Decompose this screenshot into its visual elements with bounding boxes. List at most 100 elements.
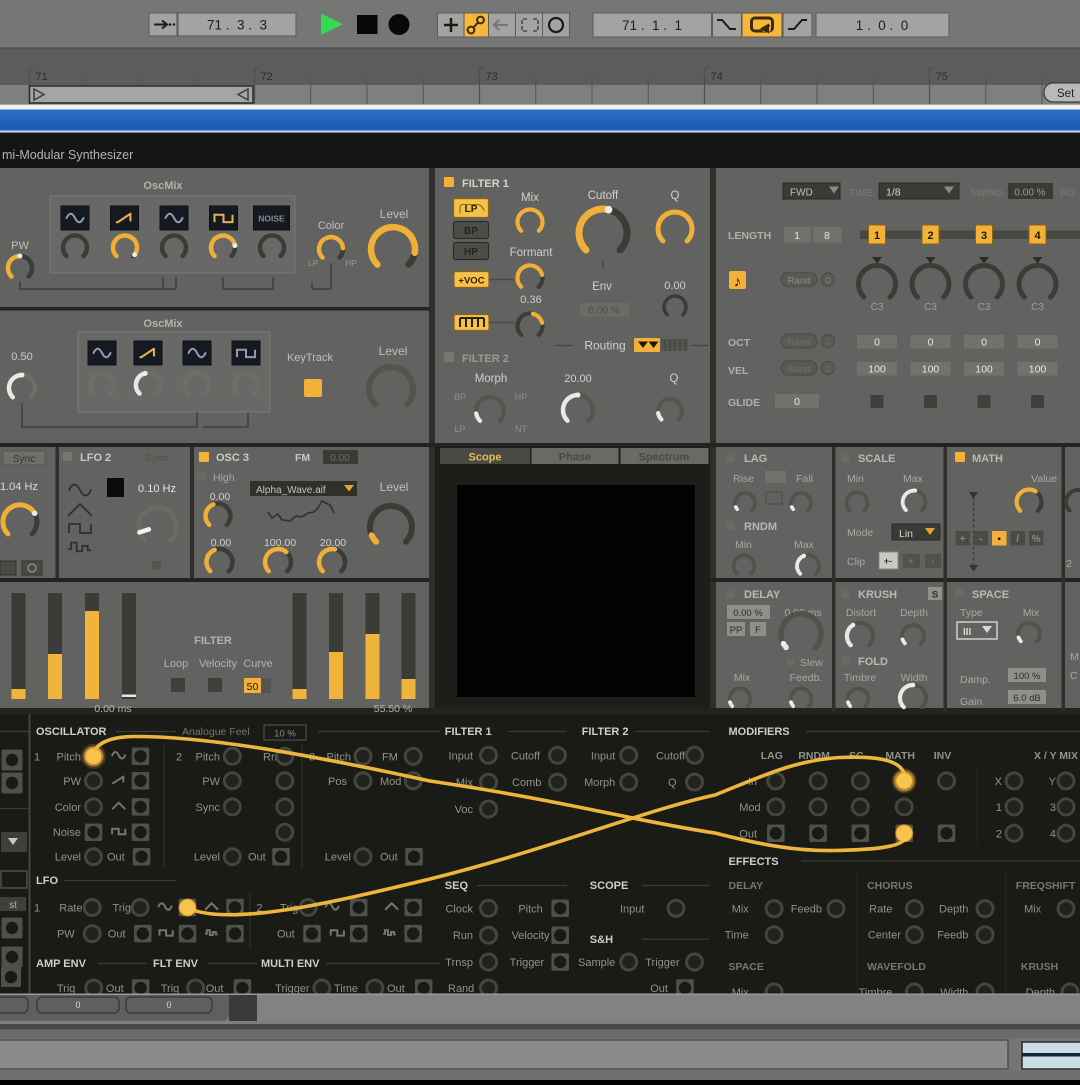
svg-text:0.00: 0.00 xyxy=(330,453,350,464)
svg-text:71 . 1 . 1: 71 . 1 . 1 xyxy=(622,18,682,33)
svg-text:0.00 %: 0.00 % xyxy=(733,608,763,619)
svg-text:FILTER 2: FILTER 2 xyxy=(462,353,509,365)
svg-text:Spectrum: Spectrum xyxy=(639,452,690,464)
svg-text:0.50: 0.50 xyxy=(11,351,32,363)
svg-text:X: X xyxy=(995,776,1003,788)
svg-text:Out: Out xyxy=(248,852,266,864)
svg-text:CHORUS: CHORUS xyxy=(867,880,913,892)
svg-text:S&H: S&H xyxy=(590,934,613,946)
svg-text:Feedb.: Feedb. xyxy=(790,672,823,684)
svg-text:0.10 Hz: 0.10 Hz xyxy=(138,483,176,495)
svg-text:+: + xyxy=(960,534,966,545)
svg-text:Morph: Morph xyxy=(584,777,615,789)
svg-text:EFFECTS: EFFECTS xyxy=(729,856,779,868)
svg-text:Pos: Pos xyxy=(328,776,347,788)
svg-text:Rise: Rise xyxy=(733,473,754,485)
svg-text:Q: Q xyxy=(668,777,677,789)
svg-text:Level: Level xyxy=(379,344,408,358)
svg-text:Mix: Mix xyxy=(732,904,750,916)
svg-text:Cutoff: Cutoff xyxy=(511,750,541,762)
svg-text:100: 100 xyxy=(868,364,886,376)
svg-text:Input: Input xyxy=(449,750,473,762)
svg-text:Color: Color xyxy=(55,802,82,814)
svg-text:2: 2 xyxy=(996,828,1002,840)
svg-text:C3: C3 xyxy=(1031,302,1044,313)
svg-text:HP: HP xyxy=(464,247,478,258)
svg-text:0: 0 xyxy=(928,337,934,349)
svg-text:Noise: Noise xyxy=(53,827,81,839)
svg-text:NOISE: NOISE xyxy=(258,214,285,224)
svg-text:HP: HP xyxy=(345,259,356,268)
svg-text:FM: FM xyxy=(382,751,398,763)
svg-text:4: 4 xyxy=(1034,230,1041,242)
svg-text:FILTER 1: FILTER 1 xyxy=(445,726,492,738)
svg-text:0.00: 0.00 xyxy=(210,491,231,503)
svg-text:Loop: Loop xyxy=(164,658,188,670)
svg-text:Voc: Voc xyxy=(455,804,474,816)
svg-text:Mix: Mix xyxy=(734,672,751,684)
svg-text:Trigger: Trigger xyxy=(275,983,310,995)
svg-text:LAG: LAG xyxy=(761,750,783,762)
svg-text:BP: BP xyxy=(454,392,466,402)
svg-text:+-: +- xyxy=(884,556,892,566)
svg-text:Q: Q xyxy=(671,190,680,202)
svg-text:Y: Y xyxy=(1049,776,1057,788)
svg-text:Cutoff: Cutoff xyxy=(656,750,686,762)
svg-text:Distort: Distort xyxy=(846,607,876,619)
svg-text:1: 1 xyxy=(34,903,40,915)
svg-text:SPACE: SPACE xyxy=(729,961,764,973)
svg-text:/: / xyxy=(1016,534,1019,545)
svg-text:C3: C3 xyxy=(871,302,884,313)
svg-text:Sync: Sync xyxy=(13,454,35,465)
svg-text:Depth: Depth xyxy=(900,607,928,619)
svg-text:Out: Out xyxy=(106,983,124,995)
svg-text:Out: Out xyxy=(380,852,398,864)
svg-text:FM: FM xyxy=(295,452,310,464)
svg-text:-: - xyxy=(932,556,935,566)
svg-text:Cutoff: Cutoff xyxy=(588,190,619,202)
svg-text:10 %: 10 % xyxy=(274,729,296,740)
svg-text:Time: Time xyxy=(334,983,358,995)
svg-text:Pitch: Pitch xyxy=(196,751,220,763)
svg-text:0.00 %: 0.00 % xyxy=(1014,188,1045,199)
svg-text:55.50 %: 55.50 % xyxy=(374,703,413,715)
svg-text:1/8: 1/8 xyxy=(886,187,901,199)
svg-text:100: 100 xyxy=(1029,364,1047,376)
svg-text:C3: C3 xyxy=(978,302,991,313)
svg-text:Level: Level xyxy=(55,852,81,864)
svg-text:71 . 3 . 3: 71 . 3 . 3 xyxy=(207,18,267,33)
svg-text:SEQ: SEQ xyxy=(445,880,469,892)
svg-text:Mix: Mix xyxy=(1024,904,1042,916)
svg-text:st: st xyxy=(9,900,17,911)
svg-text:♪: ♪ xyxy=(734,274,742,291)
svg-text:74: 74 xyxy=(711,71,723,83)
svg-text:III: III xyxy=(963,627,972,638)
svg-text:MULTI ENV: MULTI ENV xyxy=(261,958,320,970)
svg-text:2: 2 xyxy=(176,751,182,763)
svg-text:8: 8 xyxy=(824,230,830,242)
svg-text:DELAY: DELAY xyxy=(729,880,764,892)
svg-text:Formant: Formant xyxy=(510,247,554,259)
svg-text:FLT ENV: FLT ENV xyxy=(153,958,199,970)
svg-text:▪: ▪ xyxy=(997,534,1001,545)
svg-text:FILTER: FILTER xyxy=(194,635,232,647)
svg-text:Lin: Lin xyxy=(899,528,913,540)
svg-text:Sync: Sync xyxy=(196,802,221,814)
svg-text:20.00: 20.00 xyxy=(564,373,592,385)
svg-text:3: 3 xyxy=(981,230,987,242)
svg-text:C3: C3 xyxy=(924,302,937,313)
svg-text:Slew: Slew xyxy=(800,657,823,669)
svg-text:0: 0 xyxy=(166,1000,171,1010)
svg-text:Feedb: Feedb xyxy=(791,904,822,916)
svg-text:PP: PP xyxy=(730,625,743,636)
svg-text:LENGTH: LENGTH xyxy=(728,230,771,242)
svg-text:Max: Max xyxy=(794,539,815,551)
svg-text:Out: Out xyxy=(206,983,224,995)
svg-text:0: 0 xyxy=(981,337,987,349)
svg-text:PW: PW xyxy=(57,929,75,941)
svg-text:Mod: Mod xyxy=(739,802,760,814)
svg-text:0.00 %: 0.00 % xyxy=(588,306,619,317)
svg-text:FOLD: FOLD xyxy=(858,656,888,668)
svg-text:1: 1 xyxy=(794,230,800,242)
svg-text:100: 100 xyxy=(975,364,993,376)
